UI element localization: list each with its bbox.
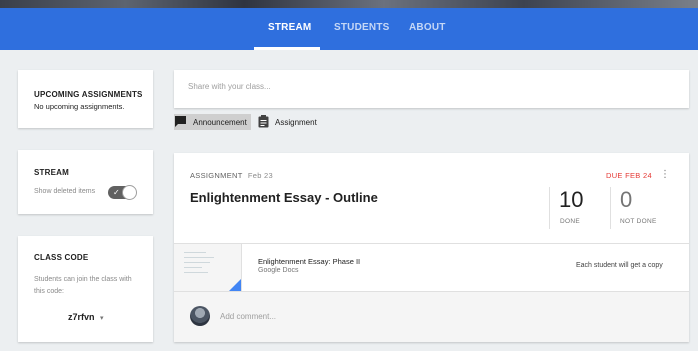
assignment-label: Assignment (275, 117, 317, 127)
top-nav: STREAM STUDENTS ABOUT (0, 8, 698, 50)
active-tab-indicator (254, 47, 320, 50)
assignment-title[interactable]: Enlightenment Essay - Outline (190, 190, 378, 205)
thumb-line (184, 252, 206, 253)
class-code-select[interactable]: z7rfvn ▾ (68, 312, 104, 322)
stat-divider (549, 187, 550, 229)
not-done-label: NOT DONE (620, 218, 657, 225)
upcoming-title: UPCOMING ASSIGNMENTS (34, 90, 143, 99)
announcement-button[interactable]: Announcement (174, 114, 251, 130)
comment-bar: Add comment... (174, 291, 689, 342)
thumb-line (184, 257, 214, 258)
header-photo-strip (0, 0, 698, 8)
stat-divider (610, 187, 611, 229)
assignment-meta: ASSIGNMENT Feb 23 (190, 171, 273, 180)
done-label: DONE (560, 218, 580, 225)
class-code-value: z7rfvn (68, 312, 95, 322)
tab-about-label: ABOUT (409, 22, 446, 33)
due-date: DUE FEB 24 (606, 171, 652, 180)
class-code-description: Students can join the class with this co… (34, 276, 132, 295)
thumb-line (184, 267, 202, 268)
done-count[interactable]: 10 (559, 187, 583, 213)
copy-note: Each student will get a copy (576, 262, 663, 269)
thumb-line (184, 262, 210, 263)
google-docs-icon (229, 279, 241, 291)
show-deleted-toggle[interactable]: ✓ (108, 185, 137, 200)
announcement-icon (174, 115, 187, 130)
announcement-label: Announcement (193, 117, 247, 127)
tab-stream[interactable]: STREAM (254, 8, 320, 50)
comment-input[interactable]: Add comment... (220, 312, 276, 321)
attachment-title[interactable]: Enlightenment Essay: Phase II (258, 257, 360, 266)
upcoming-text: No upcoming assignments. (34, 102, 125, 111)
assignment-type-label: ASSIGNMENT (190, 171, 243, 180)
stream-title: STREAM (34, 168, 69, 177)
show-deleted-label: Show deleted items (34, 188, 96, 195)
tab-about[interactable]: ABOUT (409, 8, 446, 50)
assignment-posted-date: Feb 23 (247, 171, 273, 180)
share-box[interactable]: Share with your class... (174, 70, 689, 108)
attachment-source: Google Docs (258, 267, 299, 274)
class-code-title: CLASS CODE (34, 253, 89, 262)
attachment-row[interactable]: Enlightenment Essay: Phase II Google Doc… (174, 243, 689, 291)
tab-students[interactable]: STUDENTS (334, 8, 390, 50)
chevron-down-icon: ▾ (100, 315, 104, 322)
stream-settings-card: STREAM Show deleted items ✓ (18, 150, 153, 214)
avatar (190, 306, 210, 326)
assignment-card[interactable]: ASSIGNMENT Feb 23 Enlightenment Essay - … (174, 153, 689, 342)
not-done-count[interactable]: 0 (620, 187, 632, 213)
class-code-card: CLASS CODE Students can join the class w… (18, 236, 153, 342)
check-icon: ✓ (113, 188, 120, 197)
thumb-line (184, 272, 208, 273)
assignment-icon (258, 114, 269, 130)
share-input[interactable]: Share with your class... (188, 82, 271, 91)
tab-stream-label: STREAM (268, 22, 312, 33)
assignment-button[interactable]: Assignment (258, 114, 317, 130)
toggle-knob (122, 185, 137, 200)
doc-thumbnail[interactable] (174, 244, 242, 291)
upcoming-assignments-card: UPCOMING ASSIGNMENTS No upcoming assignm… (18, 70, 153, 128)
tab-students-label: STUDENTS (334, 22, 390, 33)
more-options-icon[interactable]: ⋮ (660, 169, 670, 180)
